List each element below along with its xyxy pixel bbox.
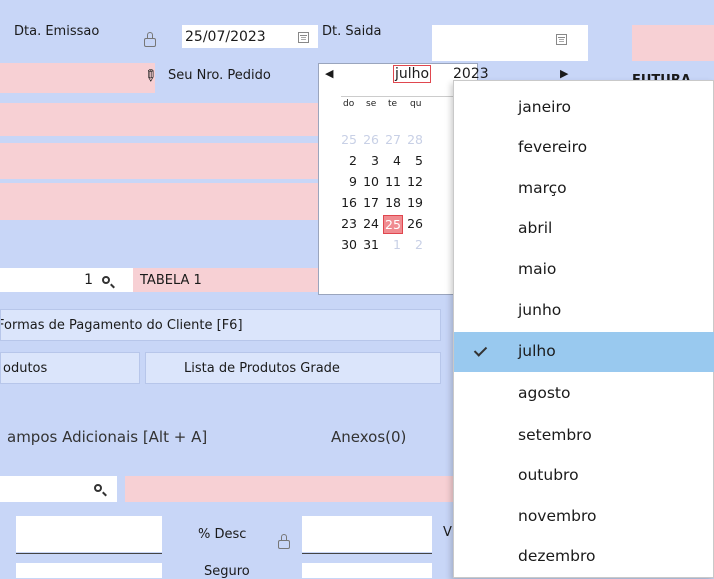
tabela-code-value: 1: [84, 272, 93, 288]
calendar-day[interactable]: 28: [405, 132, 423, 147]
dow-label: se: [366, 99, 377, 109]
formas-pagamento-button[interactable]: Formas de Pagamento do Cliente [F6]: [0, 309, 441, 341]
calendar-day[interactable]: 31: [361, 237, 379, 252]
month-menu[interactable]: janeiro fevereiro março abril maio junho…: [453, 80, 714, 578]
calendar-day[interactable]: 2: [405, 237, 423, 252]
month-label: maio: [518, 260, 557, 278]
calendar-day[interactable]: 30: [339, 237, 357, 252]
calendar-day[interactable]: 1: [383, 237, 401, 252]
pedido-label: Seu Nro. Pedido: [168, 68, 271, 83]
desc-underline: [302, 553, 432, 554]
saida-label: Dt. Saida: [322, 24, 382, 39]
field-row-4[interactable]: [0, 143, 318, 179]
next-month-icon[interactable]: ▶: [560, 67, 568, 80]
tab-campos-adicionais[interactable]: ampos Adicionais [Alt + A]: [7, 428, 207, 446]
lock-icon: [278, 534, 290, 549]
field-underline: [16, 553, 162, 554]
month-item-maio[interactable]: maio: [454, 250, 714, 290]
field-left-bottom[interactable]: [16, 516, 162, 552]
calendar-day[interactable]: 3: [361, 153, 379, 168]
search-field[interactable]: [0, 476, 117, 502]
calendar-day[interactable]: 19: [405, 195, 423, 210]
month-item-outubro[interactable]: outubro: [454, 456, 714, 496]
calendar-day[interactable]: 24: [361, 216, 379, 231]
field-row-2[interactable]: [0, 63, 155, 93]
dow-label: do: [343, 99, 355, 109]
month-label: março: [518, 179, 567, 197]
month-item-janeiro[interactable]: janeiro: [454, 88, 714, 128]
month-label: abril: [518, 219, 553, 237]
desc-label: % Desc: [198, 527, 247, 542]
saida-date-field[interactable]: [432, 25, 588, 61]
produtos-button[interactable]: odutos: [0, 352, 140, 384]
calendar-day[interactable]: 4: [383, 153, 401, 168]
field-row-5[interactable]: [0, 183, 318, 220]
dow-label: qu: [410, 99, 422, 109]
lock-icon: [144, 32, 156, 47]
pencil-icon[interactable]: ✏: [141, 69, 160, 82]
calendar-day[interactable]: 10: [361, 174, 379, 189]
emissao-date-value: 25/07/2023: [185, 29, 266, 45]
field-row-3[interactable]: [0, 103, 318, 136]
calendar-day[interactable]: 25: [339, 132, 357, 147]
month-item-dezembro[interactable]: dezembro: [454, 537, 714, 577]
month-label: fevereiro: [518, 138, 588, 156]
calendar-day-selected[interactable]: 25: [383, 215, 403, 234]
search-icon[interactable]: [94, 484, 102, 492]
month-label: junho: [518, 301, 562, 319]
calendar-day[interactable]: 17: [361, 195, 379, 210]
tab-anexos[interactable]: Anexos(0): [331, 428, 406, 446]
calendar-day[interactable]: 26: [405, 216, 423, 231]
month-item-junho[interactable]: junho: [454, 291, 714, 331]
calendar-day[interactable]: 27: [383, 132, 401, 147]
search-icon[interactable]: [102, 276, 110, 284]
calendar-day[interactable]: 11: [383, 174, 401, 189]
month-item-abril[interactable]: abril: [454, 209, 714, 249]
tabela-name-field: TABELA 1: [133, 268, 318, 292]
lista-grade-button[interactable]: Lista de Produtos Grade: [145, 352, 441, 384]
calendar-icon[interactable]: [556, 34, 567, 45]
month-label: agosto: [518, 384, 571, 402]
month-item-novembro[interactable]: novembro: [454, 497, 714, 537]
check-icon: [473, 343, 488, 357]
right-top-field[interactable]: [632, 25, 714, 61]
month-label: novembro: [518, 507, 597, 525]
calendar-month[interactable]: julho: [393, 65, 432, 83]
seguro-label: Seguro: [204, 564, 250, 579]
seguro-field[interactable]: [302, 563, 432, 578]
month-item-marco[interactable]: março: [454, 169, 714, 209]
month-item-setembro[interactable]: setembro: [454, 416, 714, 456]
search-description-field: [125, 476, 455, 502]
emissao-label: Dta. Emissao: [14, 24, 100, 39]
calendar-day[interactable]: 9: [339, 174, 357, 189]
dow-divider: [341, 96, 459, 97]
tabela-code-field[interactable]: 1: [0, 268, 133, 292]
calendar-day[interactable]: 26: [361, 132, 379, 147]
calendar-icon[interactable]: [298, 32, 309, 43]
month-item-julho[interactable]: julho: [454, 332, 714, 372]
desc-field[interactable]: [302, 516, 432, 552]
month-label: janeiro: [518, 98, 571, 116]
v-label: V: [443, 525, 452, 540]
produtos-label: odutos: [3, 360, 48, 376]
tabela-name: TABELA 1: [140, 273, 202, 288]
month-label: setembro: [518, 426, 592, 444]
calendar-day[interactable]: 2: [339, 153, 357, 168]
calendar-day[interactable]: 12: [405, 174, 423, 189]
formas-pagamento-label: Formas de Pagamento do Cliente [F6]: [0, 317, 243, 333]
calendar-day[interactable]: 23: [339, 216, 357, 231]
month-item-agosto[interactable]: agosto: [454, 374, 714, 414]
month-label: dezembro: [518, 547, 596, 565]
calendar-day[interactable]: 16: [339, 195, 357, 210]
emissao-date-field[interactable]: 25/07/2023: [182, 25, 318, 48]
lista-grade-label: Lista de Produtos Grade: [184, 360, 340, 376]
calendar-day[interactable]: 5: [405, 153, 423, 168]
calendar-day[interactable]: 18: [383, 195, 401, 210]
prev-month-icon[interactable]: ◀: [325, 67, 333, 80]
field-left-bottom-2[interactable]: [16, 563, 162, 578]
dow-label: te: [388, 99, 398, 109]
month-label: julho: [518, 342, 556, 360]
month-item-fevereiro[interactable]: fevereiro: [454, 128, 714, 168]
month-label: outubro: [518, 466, 579, 484]
